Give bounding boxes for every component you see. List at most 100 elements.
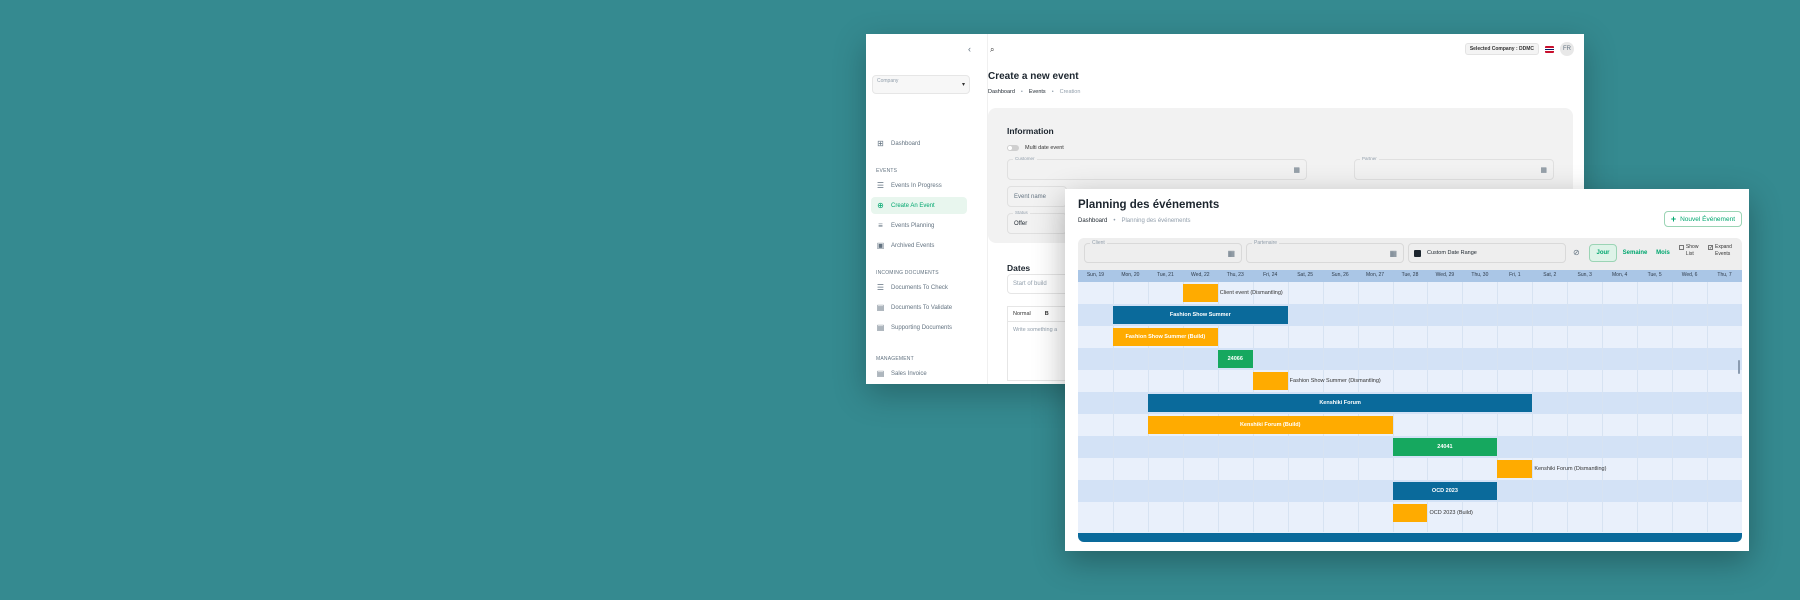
event-bar[interactable]: 24066 [1217, 350, 1253, 368]
day-label: Sun, 19 [1086, 272, 1105, 278]
event-name-field[interactable]: Event name [1007, 186, 1067, 207]
sidebar-item-sales-invoice[interactable]: ▤ Sales Invoice [871, 365, 967, 382]
dashboard-icon: ⊞ [877, 139, 884, 148]
page-title: Planning des événements [1078, 199, 1220, 211]
event-bar[interactable] [1182, 284, 1218, 302]
day-label: Wed, 22 [1191, 272, 1210, 278]
sidebar-item-label: Documents To Validate [891, 304, 953, 311]
view-month-button[interactable]: Mois [1652, 244, 1674, 262]
format-select[interactable]: Normal [1013, 311, 1031, 317]
search-icon[interactable]: ⌕ [990, 45, 994, 55]
sidebar-item-events-in-progress[interactable]: ☰ Events In Progress [871, 177, 967, 194]
breadcrumb-separator: • [1020, 89, 1023, 95]
day-label: Wed, 6 [1681, 272, 1698, 278]
day-label: Sat, 2 [1543, 272, 1557, 278]
event-bar[interactable]: Fashion Show Summer [1112, 306, 1288, 324]
breadcrumb-dashboard[interactable]: Dashboard [988, 89, 1015, 95]
company-select[interactable]: Company ▾ [872, 75, 970, 94]
sidebar-item-label: Events Planning [891, 222, 935, 229]
sidebar-item-label: Sales Invoice [891, 370, 927, 377]
breadcrumb-dashboard[interactable]: Dashboard [1078, 218, 1107, 224]
sidebar-section-events: EVENTS [876, 168, 898, 174]
customer-field[interactable]: Customer ▦ [1007, 156, 1307, 180]
list-icon: ☰ [876, 181, 885, 190]
calendar-icon [1414, 249, 1421, 257]
event-bar[interactable]: Kenshiki Forum [1147, 394, 1533, 412]
collapse-sidebar-icon[interactable]: ‹ [968, 44, 971, 54]
day-label: Mon, 4 [1612, 272, 1628, 278]
event-label: Client event (Dismantling) [1219, 290, 1283, 296]
partner-field[interactable]: Partner ▦ [1354, 156, 1554, 180]
event-label: OCD 2023 (Build) [1429, 510, 1473, 516]
multi-date-toggle[interactable] [1007, 145, 1019, 151]
invoice-icon: ▤ [876, 369, 885, 378]
sidebar-item-supporting-documents[interactable]: ▤ Supporting Documents [871, 319, 967, 336]
show-list-label: Show List [1685, 244, 1699, 257]
days-header: Sun, 19 Mon, 20 Tue, 21 Wed, 22 Thu, 23 Fri, … [1078, 270, 1742, 282]
document-icon: ▤ [876, 323, 885, 332]
event-bar[interactable] [1392, 504, 1428, 522]
breadcrumb-events[interactable]: Events [1029, 89, 1046, 95]
show-list-checkbox[interactable]: Show List [1679, 244, 1707, 258]
uk-flag-icon[interactable] [1545, 45, 1554, 53]
day-label: Wed, 29 [1435, 272, 1455, 278]
plus-circle-icon: ⊕ [877, 201, 884, 210]
sidebar-item-create-event[interactable]: ⊕ Create An Event [871, 197, 967, 214]
status-field[interactable]: Status Offer [1007, 210, 1067, 234]
client-filter[interactable]: Client ▦ [1084, 240, 1242, 263]
timeline[interactable]: Sun, 19 Mon, 20 Tue, 21 Wed, 22 Thu, 23 Fri, … [1078, 270, 1742, 542]
event-bar[interactable]: 24041 [1392, 438, 1498, 456]
status-label: Status [1013, 210, 1030, 215]
calendar-icon: ▦ [1293, 167, 1300, 174]
date-range-picker[interactable]: Custom Date Range [1408, 243, 1566, 263]
event-bar[interactable] [1252, 372, 1288, 390]
sidebar-item-documents-to-validate[interactable]: ▤ Documents To Validate [871, 299, 967, 316]
vertical-scrollbar[interactable] [1738, 360, 1740, 374]
plus-icon: + [1670, 214, 1677, 224]
timeline-row [1078, 458, 1742, 480]
sidebar-item-label: Archived Events [891, 242, 935, 249]
sidebar-item-label: Supporting Documents [891, 324, 953, 331]
event-label: Kenshiki Forum (Dismantling) [1534, 466, 1607, 472]
day-gridline [1637, 282, 1639, 532]
partenaire-filter[interactable]: Partenaire ▦ [1246, 240, 1404, 263]
expand-events-checkbox[interactable]: ✓ Expand Events [1708, 244, 1740, 258]
breadcrumb: Dashboard • Planning des événements [1078, 218, 1191, 224]
event-bar[interactable]: OCD 2023 [1392, 482, 1498, 500]
sidebar-item-archived-events[interactable]: ▣ Archived Events [871, 237, 967, 254]
planning-filters: Client ▦ Partenaire ▦ Custom Date Range … [1078, 238, 1742, 270]
day-label: Thu, 23 [1226, 272, 1244, 278]
client-label: Client [1090, 240, 1107, 246]
day-gridline [1672, 282, 1674, 532]
partenaire-label: Partenaire [1252, 240, 1280, 246]
timeline-row [1078, 370, 1742, 392]
multi-date-label: Multi date event [1025, 145, 1064, 151]
calendar-icon: ▦ [1227, 249, 1235, 258]
breadcrumb-separator: • [1051, 89, 1054, 95]
avatar[interactable]: FR [1560, 42, 1574, 56]
day-gridline [1602, 282, 1604, 532]
view-week-button[interactable]: Semaine [1619, 244, 1651, 262]
filter-icon[interactable]: ⊘ [1573, 248, 1580, 257]
sidebar-item-dashboard[interactable]: ⊞ Dashboard [871, 135, 967, 152]
event-name-placeholder: Event name [1014, 194, 1047, 200]
day-gridline [1532, 282, 1534, 532]
event-bar[interactable]: Kenshiki Forum (Build) [1147, 416, 1393, 434]
new-event-button[interactable]: + Nouvel Événement [1663, 211, 1742, 227]
bold-button[interactable]: B [1045, 311, 1049, 317]
sidebar-item-label: Dashboard [891, 140, 921, 147]
horizontal-scrollbar[interactable] [1078, 533, 1742, 542]
event-bar[interactable]: Fashion Show Summer (Build) [1112, 328, 1218, 346]
caret-down-icon: ▾ [961, 82, 965, 88]
view-day-button[interactable]: Jour [1589, 244, 1617, 262]
day-label: Thu, 30 [1471, 272, 1489, 278]
planning-icon: ≡ [878, 221, 883, 230]
calendar-icon: ▦ [1540, 167, 1547, 174]
sidebar-item-documents-to-check[interactable]: ☰ Documents To Check [871, 279, 967, 296]
sidebar-item-label: Documents To Check [891, 284, 948, 291]
event-bar[interactable] [1497, 460, 1533, 478]
sidebar-item-events-planning[interactable]: ≡ Events Planning [871, 217, 967, 234]
breadcrumb-separator: • [1113, 218, 1116, 224]
dates-title: Dates [1007, 263, 1031, 273]
sidebar-section-incoming: INCOMING DOCUMENTS [876, 270, 939, 276]
